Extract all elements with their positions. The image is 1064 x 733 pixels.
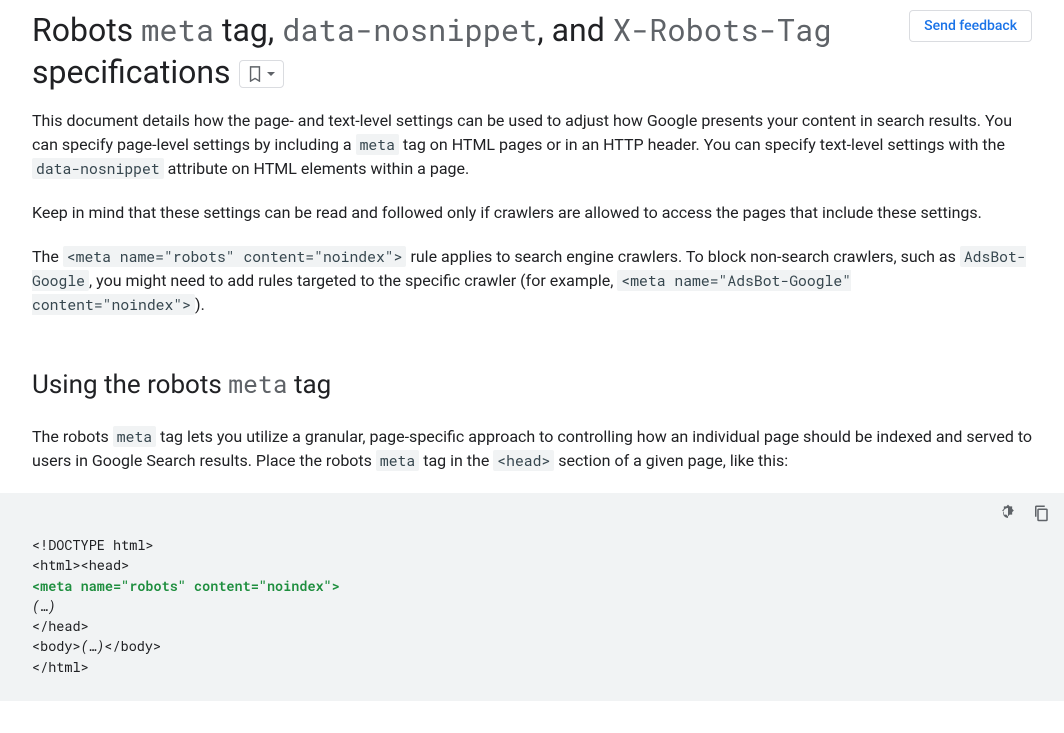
code-line: <body>: [32, 637, 81, 655]
title-code-xrobots: X-Robots-Tag: [613, 10, 832, 50]
code-line: <!DOCTYPE html>: [32, 536, 154, 554]
title-code-meta: meta: [141, 10, 214, 50]
chevron-down-icon: [267, 72, 275, 76]
text: , you might need to add rules targeted t…: [89, 271, 617, 290]
code-line: </head>: [32, 617, 89, 635]
code-line-highlight: <meta name="robots" content="noindex">: [32, 577, 340, 595]
section2-paragraph-1: The robots meta tag lets you utilize a g…: [32, 425, 1032, 473]
code-line-elide: (…): [81, 637, 105, 655]
section-heading-using-meta: Using the robots meta tag: [32, 365, 1032, 405]
page-title: Robots meta tag, data-nosnippet, and X-R…: [32, 10, 893, 93]
text: Using the robots: [32, 370, 228, 400]
code-example-block: <!DOCTYPE html> <html><head> <meta name=…: [0, 493, 1064, 701]
bookmark-dropdown[interactable]: [239, 60, 284, 88]
code-line: </html>: [32, 658, 89, 676]
code-head: <head>: [493, 450, 554, 471]
text: section of a given page, like this:: [554, 451, 788, 470]
code-line: </body>: [104, 637, 161, 655]
bookmark-icon: [248, 66, 262, 82]
code-line: <html><head>: [32, 556, 129, 574]
code-nosnippet: data-nosnippet: [32, 158, 164, 179]
intro-paragraph-1: This document details how the page- and …: [32, 109, 1032, 181]
code-meta: meta: [356, 134, 399, 155]
title-code-nosnippet: data-nosnippet: [282, 10, 537, 50]
text: attribute on HTML elements within a page…: [164, 159, 470, 178]
text: The robots: [32, 427, 113, 446]
intro-paragraph-3: The <meta name="robots" content="noindex…: [32, 245, 1032, 317]
brightness-icon: [998, 503, 1018, 523]
copy-code-button[interactable]: [1032, 503, 1050, 523]
heading-code-meta: meta: [228, 367, 287, 400]
text: ).: [195, 295, 205, 314]
title-text: specifications: [32, 53, 231, 91]
code-meta-robots: <meta name="robots" content="noindex">: [63, 246, 407, 267]
code-meta: meta: [113, 426, 156, 447]
title-text: Robots: [32, 11, 141, 49]
title-text: tag,: [214, 11, 282, 49]
copy-icon: [1032, 503, 1050, 523]
code-line-elide: (…): [32, 597, 56, 615]
text: The: [32, 247, 63, 266]
code-content: <!DOCTYPE html> <html><head> <meta name=…: [0, 523, 1064, 701]
text: tag in the: [419, 451, 493, 470]
title-text: , and: [537, 11, 612, 49]
text: rule applies to search engine crawlers. …: [406, 247, 959, 266]
intro-paragraph-2: Keep in mind that these settings can be …: [32, 201, 1032, 225]
text: tag: [288, 370, 332, 400]
send-feedback-button[interactable]: Send feedback: [909, 10, 1032, 42]
toggle-theme-button[interactable]: [998, 503, 1018, 523]
code-meta: meta: [376, 450, 419, 471]
text: tag on HTML pages or in an HTTP header. …: [399, 135, 1005, 154]
